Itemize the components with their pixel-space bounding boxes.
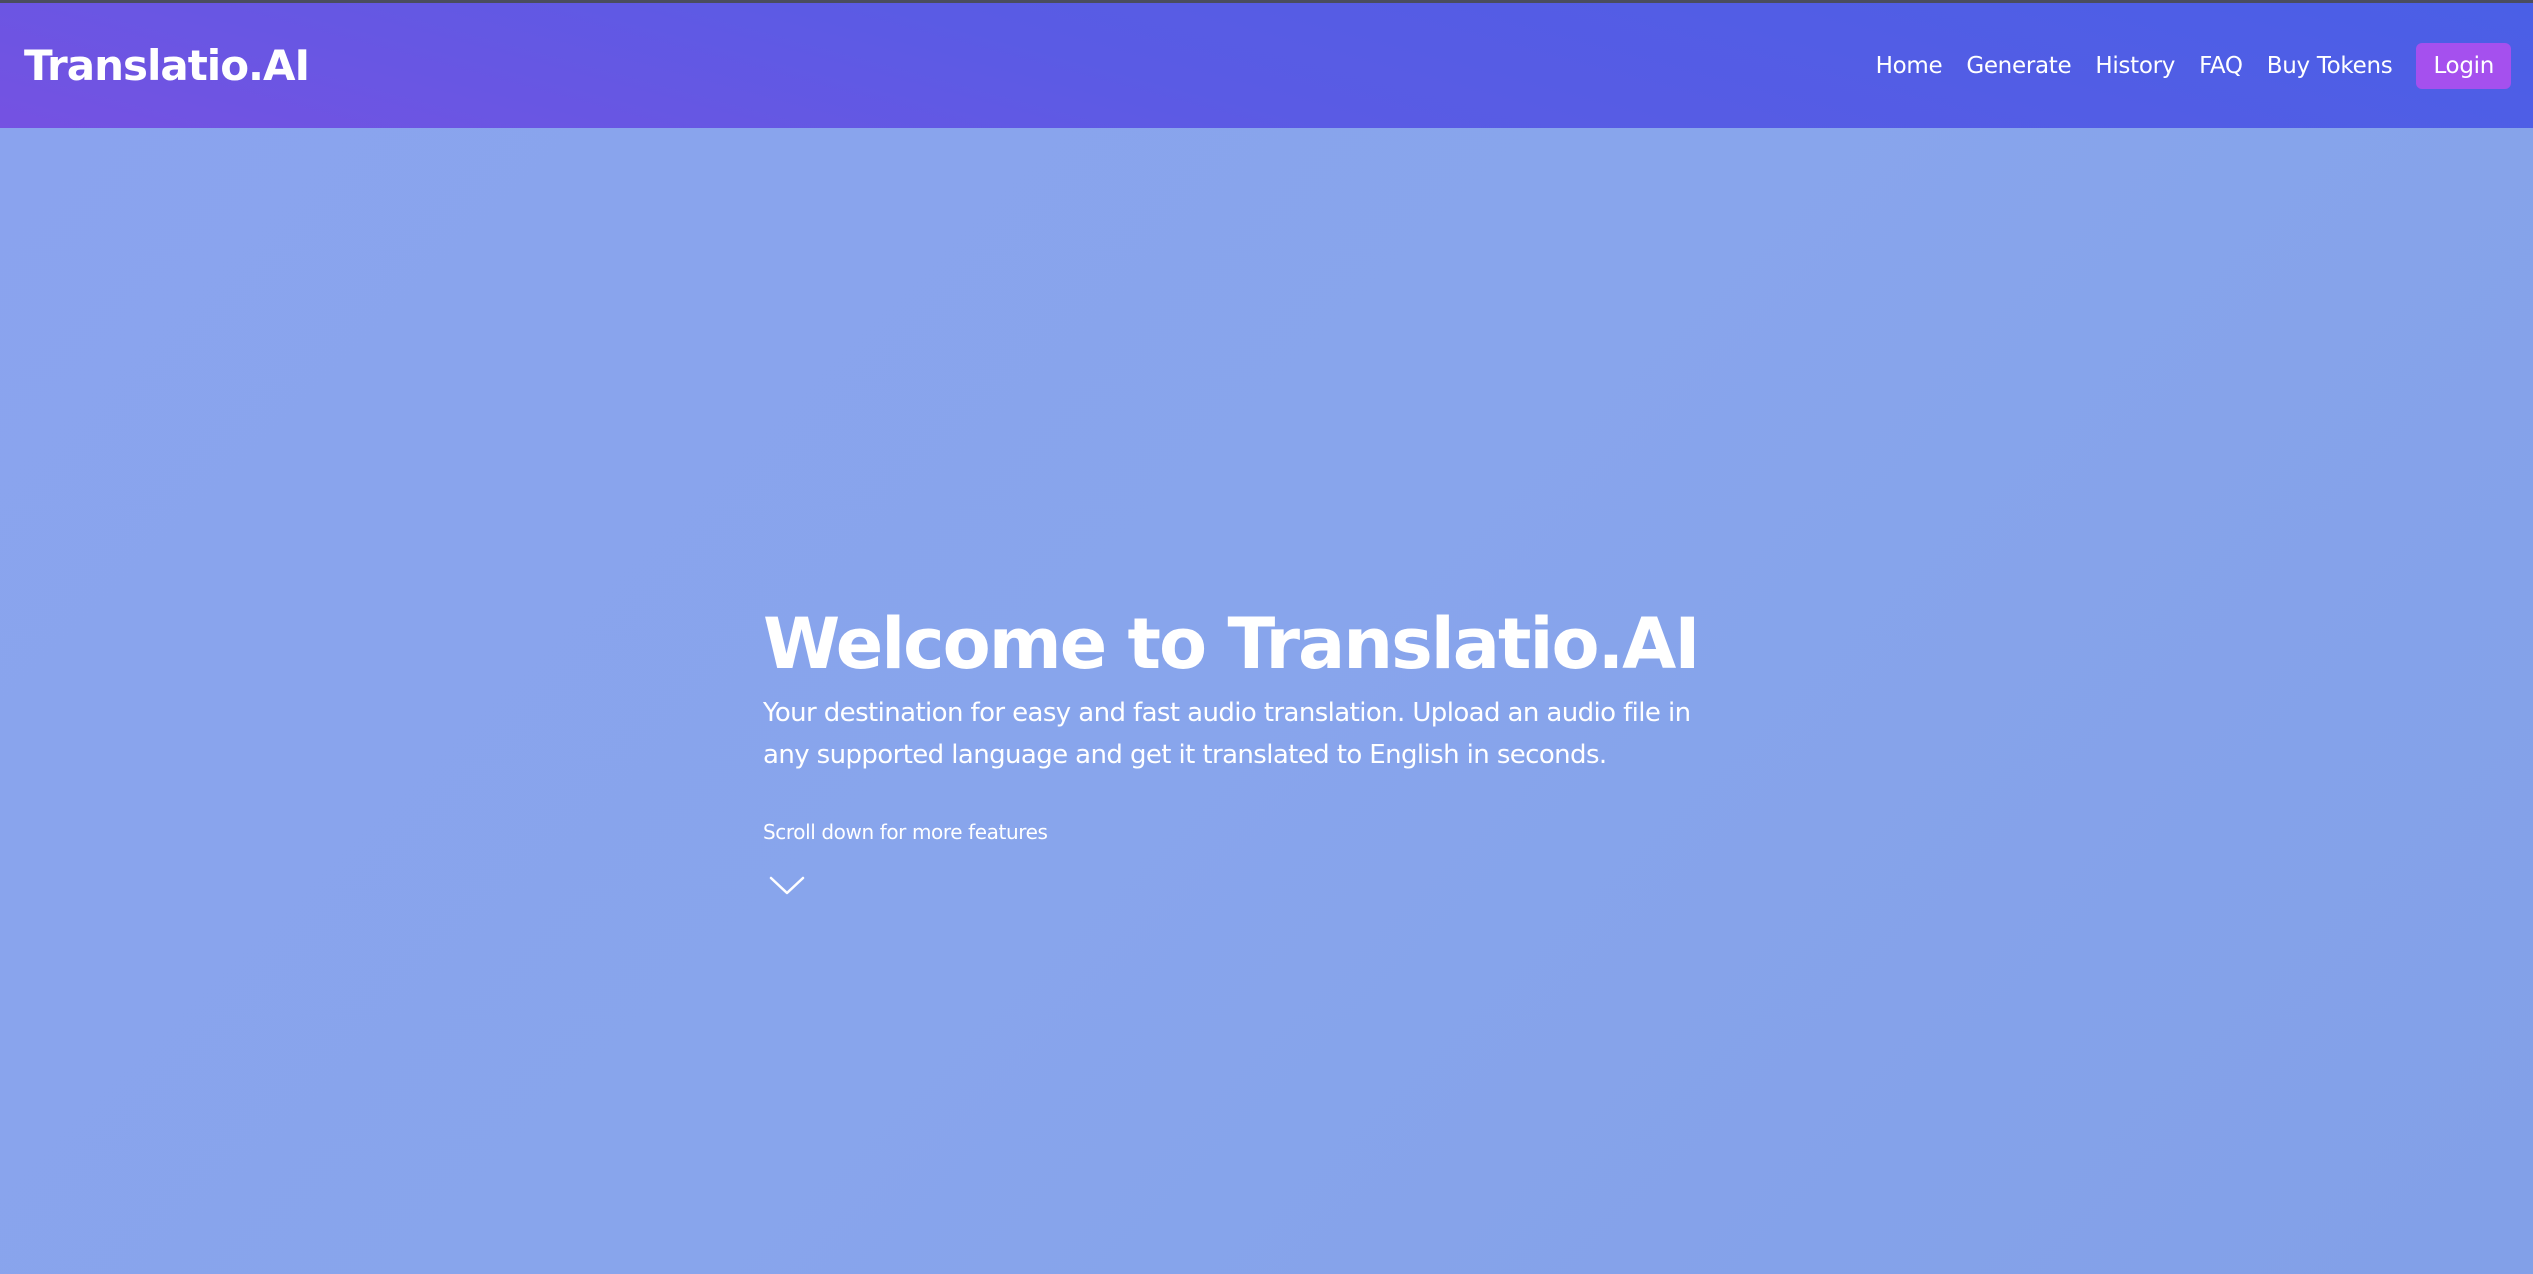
navbar: Translatio.AI Home Generate History FAQ … <box>0 3 2533 128</box>
nav-link-generate[interactable]: Generate <box>1966 53 2071 79</box>
hero-subtitle: Your destination for easy and fast audio… <box>763 698 1691 770</box>
hero-section: Welcome to Translatio.AI Your destinatio… <box>763 602 1763 898</box>
nav-link-history[interactable]: History <box>2095 53 2175 79</box>
nav-link-faq[interactable]: FAQ <box>2199 53 2243 79</box>
nav-links: Home Generate History FAQ Buy Tokens Log… <box>1852 42 2511 89</box>
scroll-hint: Scroll down for more features <box>763 820 1048 844</box>
nav-link-home[interactable]: Home <box>1876 53 1943 79</box>
chevron-down-icon[interactable] <box>769 874 805 898</box>
login-button[interactable]: Login <box>2416 42 2511 89</box>
nav-link-buy-tokens[interactable]: Buy Tokens <box>2267 53 2393 79</box>
hero-title: Welcome to Translatio.AI <box>763 603 1700 685</box>
brand-logo[interactable]: Translatio.AI <box>24 41 310 90</box>
